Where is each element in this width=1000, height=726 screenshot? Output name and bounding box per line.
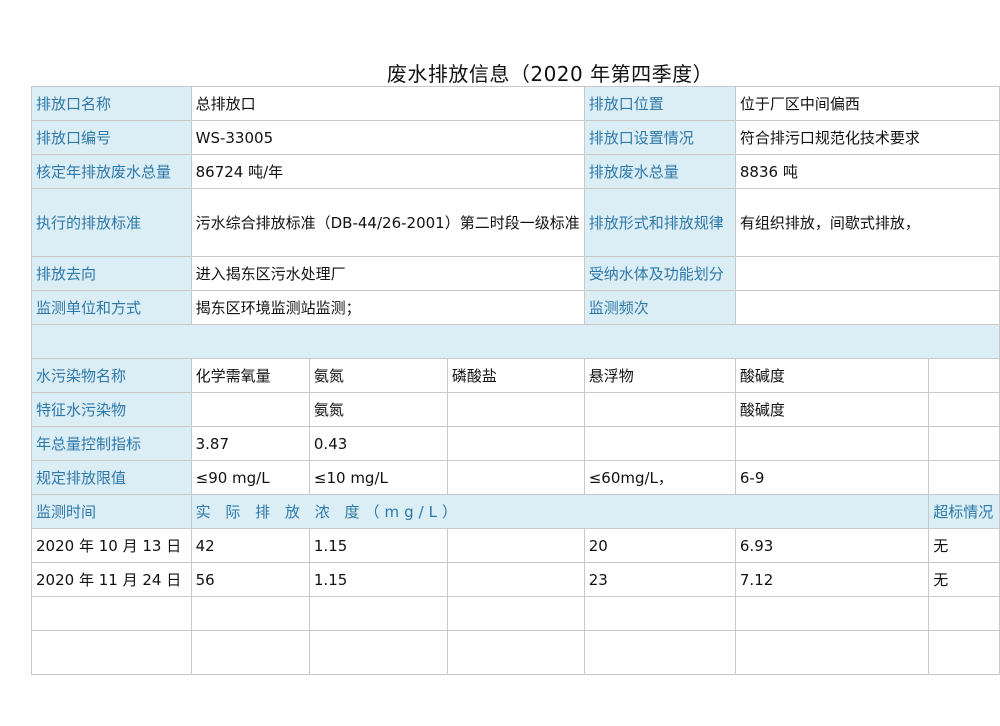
exceedance-cell: 无: [928, 562, 1000, 597]
destination-value: 进入揭东区污水处理厂: [190, 256, 585, 291]
annual-control-cell: 0.43: [308, 426, 448, 461]
approved-volume-value: 86724 吨/年: [190, 154, 585, 189]
concentration-cell: [446, 630, 585, 675]
annual-control-cell: [446, 426, 585, 461]
concentration-cell: 23: [583, 562, 736, 597]
frequency-label: 监测频次: [583, 290, 736, 325]
concentration-header: 实 际 排 放 浓 度（mg/L）: [190, 494, 930, 529]
pollutant-name-cell: 磷酸盐: [446, 358, 585, 393]
outlet-code-value: WS-33005: [190, 120, 585, 155]
monitor-time-header: 监测时间: [31, 494, 192, 529]
outlet-position-label: 排放口位置: [583, 86, 736, 121]
concentration-cell: [308, 596, 448, 631]
discharge-limit-cell: [446, 460, 585, 495]
pollutant-name-cell: 酸碱度: [734, 358, 930, 393]
outlet-setup-label: 排放口设置情况: [583, 120, 736, 155]
exceedance-cell: [928, 596, 1000, 631]
page-title: 废水排放信息（2020 年第四季度）: [386, 62, 714, 86]
standard-label: 执行的排放标准: [31, 188, 192, 257]
characteristic-cell: [928, 392, 1000, 427]
monitor-label: 监测单位和方式: [31, 290, 192, 325]
characteristic-cell: 氨氮: [308, 392, 448, 427]
characteristic-cell: [190, 392, 310, 427]
frequency-value: [734, 290, 1000, 325]
monitor-value: 揭东区环境监测站监测；: [190, 290, 585, 325]
outlet-position-value: 位于厂区中间偏西: [734, 86, 1000, 121]
annual-control-cell: [734, 426, 930, 461]
monitor-date-cell: 2020 年 11 月 24 日: [31, 562, 192, 597]
receiving-water-label: 受纳水体及功能划分: [583, 256, 736, 291]
outlet-code-label: 排放口编号: [31, 120, 192, 155]
annual-control-cell: [928, 426, 1000, 461]
concentration-cell: 7.12: [734, 562, 930, 597]
concentration-cell: [446, 596, 585, 631]
discharge-limit-cell: 6-9: [734, 460, 930, 495]
wastewater-table: 排放口名称 总排放口 排放口位置 位于厂区中间偏西 排放口编号 WS-33005…: [31, 86, 1000, 675]
receiving-water-value: [734, 256, 1000, 291]
monitor-date-cell: 2020 年 10 月 13 日: [31, 528, 192, 563]
discharge-limit-cell: ≤90 mg/L: [190, 460, 310, 495]
total-volume-label: 排放废水总量: [583, 154, 736, 189]
pollutant-name-cell: 化学需氧量: [190, 358, 310, 393]
destination-label: 排放去向: [31, 256, 192, 291]
approved-volume-label: 核定年排放废水总量: [31, 154, 192, 189]
exceedance-cell: 无: [928, 528, 1000, 563]
pollutant-names-label: 水污染物名称: [31, 358, 192, 393]
annual-control-cell: 3.87: [190, 426, 310, 461]
characteristic-cell: 酸碱度: [734, 392, 930, 427]
concentration-cell: 1.15: [308, 562, 448, 597]
concentration-cell: 42: [190, 528, 310, 563]
total-volume-value: 8836 吨: [734, 154, 1000, 189]
concentration-cell: 20: [583, 528, 736, 563]
concentration-cell: [446, 562, 585, 597]
pollutant-name-cell: 悬浮物: [583, 358, 736, 393]
concentration-cell: 56: [190, 562, 310, 597]
concentration-cell: [446, 528, 585, 563]
exceedance-cell: [928, 630, 1000, 675]
outlet-name-value: 总排放口: [190, 86, 585, 121]
discharge-limit-cell: [928, 460, 1000, 495]
exceedance-header: 超标情况: [928, 494, 1000, 529]
section-divider: [31, 324, 1000, 359]
outlet-name-label: 排放口名称: [31, 86, 192, 121]
pattern-value: 有组织排放，间歇式排放，: [734, 188, 1000, 257]
outlet-setup-value: 符合排污口规范化技术要求: [734, 120, 1000, 155]
concentration-cell: [190, 596, 310, 631]
annual-control-cell: [583, 426, 736, 461]
annual-control-label: 年总量控制指标: [31, 426, 192, 461]
monitor-date-cell: [31, 630, 192, 675]
discharge-limit-cell: ≤60mg/L，: [583, 460, 736, 495]
pattern-label: 排放形式和排放规律: [583, 188, 736, 257]
concentration-cell: [583, 630, 736, 675]
monitor-date-cell: [31, 596, 192, 631]
concentration-cell: [734, 596, 930, 631]
discharge-limit-label: 规定排放限值: [31, 460, 192, 495]
characteristic-cell: [446, 392, 585, 427]
pollutant-name-cell: [928, 358, 1000, 393]
characteristic-pollutants-label: 特征水污染物: [31, 392, 192, 427]
concentration-cell: [190, 630, 310, 675]
concentration-cell: [734, 630, 930, 675]
concentration-cell: 6.93: [734, 528, 930, 563]
standard-value: 污水综合排放标准（DB-44/26-2001）第二时段一级标准: [190, 188, 585, 257]
concentration-cell: [583, 596, 736, 631]
characteristic-cell: [583, 392, 736, 427]
discharge-limit-cell: ≤10 mg/L: [308, 460, 448, 495]
concentration-cell: [308, 630, 448, 675]
concentration-cell: 1.15: [308, 528, 448, 563]
pollutant-name-cell: 氨氮: [308, 358, 448, 393]
